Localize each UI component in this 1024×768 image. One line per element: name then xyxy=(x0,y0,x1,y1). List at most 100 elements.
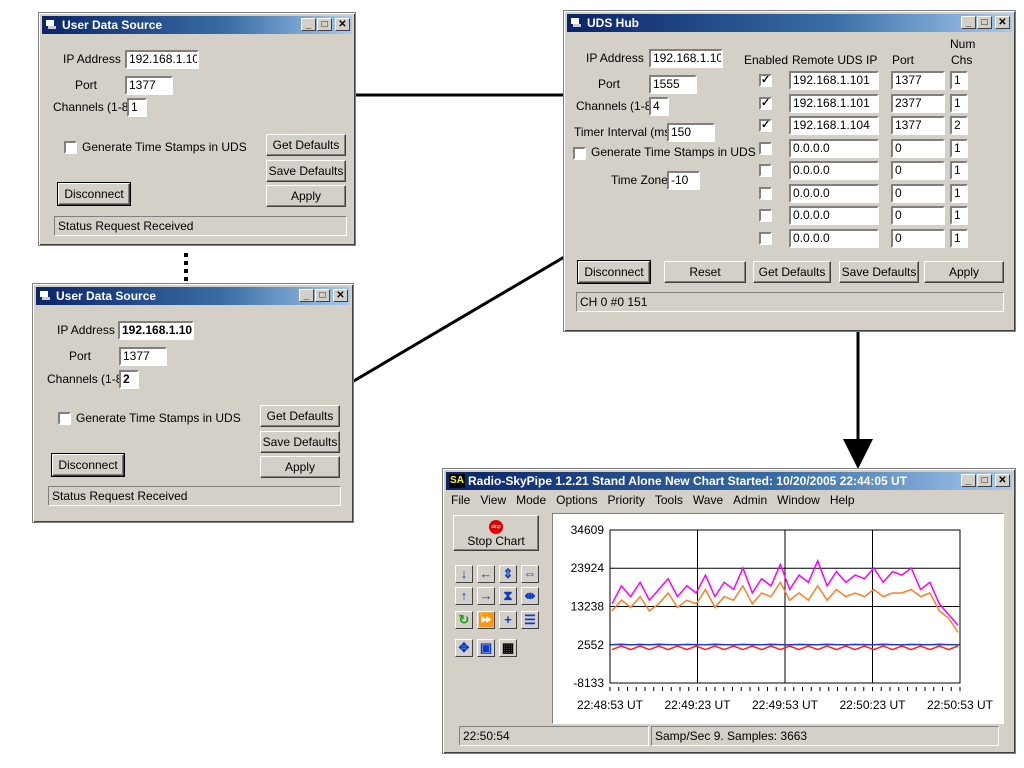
row-enabled-checkbox[interactable] xyxy=(759,142,772,155)
ip-address-field[interactable]: 192.168.1.101 xyxy=(649,49,723,68)
row-num-chs-field[interactable]: 1 xyxy=(950,229,968,248)
row-remote-ip-field[interactable]: 0.0.0.0 xyxy=(789,139,879,158)
timezone-field[interactable]: -10 xyxy=(667,171,700,190)
expand-horizontal-icon[interactable]: ⇔ xyxy=(521,565,539,583)
row-remote-ip-field[interactable]: 0.0.0.0 xyxy=(789,184,879,203)
close-icon[interactable]: ✕ xyxy=(995,16,1010,29)
close-icon[interactable]: ✕ xyxy=(333,289,348,302)
menu-priority[interactable]: Priority xyxy=(604,491,651,509)
row-remote-ip-field[interactable]: 192.168.1.101 xyxy=(789,94,879,113)
ip-address-field[interactable]: 192.168.1.101 xyxy=(125,50,199,69)
row-enabled-checkbox[interactable] xyxy=(759,209,772,222)
move-icon[interactable]: ✥ xyxy=(455,639,473,657)
row-enabled-checkbox[interactable] xyxy=(759,187,772,200)
row-remote-ip-field[interactable]: 0.0.0.0 xyxy=(789,206,879,225)
timestamps-checkbox[interactable] xyxy=(58,412,71,425)
menu-admin[interactable]: Admin xyxy=(729,491,773,509)
menu-options[interactable]: Options xyxy=(552,491,603,509)
scroll-down-icon[interactable]: ↓ xyxy=(455,565,473,583)
row-remote-ip-field[interactable]: 0.0.0.0 xyxy=(789,161,879,180)
row-port-field[interactable]: 2377 xyxy=(891,94,945,113)
row-num-chs-field[interactable]: 1 xyxy=(950,161,968,180)
row-port-field[interactable]: 0 xyxy=(891,206,945,225)
row-port-field[interactable]: 0 xyxy=(891,229,945,248)
row-port-field[interactable]: 0 xyxy=(891,139,945,158)
menu-wave[interactable]: Wave xyxy=(689,491,729,509)
get-defaults-button[interactable]: Get Defaults xyxy=(260,405,340,427)
disconnect-button[interactable]: Disconnect xyxy=(577,260,651,284)
save-defaults-button[interactable]: Save Defaults xyxy=(260,431,340,453)
port-field[interactable]: 1555 xyxy=(649,75,697,94)
fast-forward-icon[interactable]: ⏩ xyxy=(477,611,495,629)
row-num-chs-field[interactable]: 1 xyxy=(950,94,968,113)
row-port-field[interactable]: 0 xyxy=(891,184,945,203)
frame-icon[interactable]: ▣ xyxy=(477,639,495,657)
close-icon[interactable]: ✕ xyxy=(995,474,1010,487)
expand-vertical-icon[interactable]: ⇕ xyxy=(499,565,517,583)
menu-file[interactable]: File xyxy=(447,491,476,509)
reset-button[interactable]: Reset xyxy=(664,261,746,283)
get-defaults-button[interactable]: Get Defaults xyxy=(266,134,346,156)
channels-field[interactable]: 1 xyxy=(127,98,147,117)
skypipe-titlebar[interactable]: SA Radio-SkyPipe 1.2.21 Stand Alone New … xyxy=(446,472,1012,490)
row-num-chs-field[interactable]: 2 xyxy=(950,116,968,135)
minimize-icon[interactable]: _ xyxy=(299,289,314,302)
channels-field[interactable]: 4 xyxy=(649,97,669,116)
row-enabled-checkbox[interactable] xyxy=(759,164,772,177)
crosshair-icon[interactable]: + xyxy=(499,611,517,629)
compress-vertical-icon[interactable]: ⧗ xyxy=(499,587,517,605)
apply-button[interactable]: Apply xyxy=(260,456,340,478)
stop-chart-button[interactable]: stop Stop Chart xyxy=(453,515,539,551)
menu-mode[interactable]: Mode xyxy=(512,491,552,509)
row-remote-ip-field[interactable]: 0.0.0.0 xyxy=(789,229,879,248)
menu-window[interactable]: Window xyxy=(773,491,826,509)
compress-horizontal-icon[interactable]: ⇼ xyxy=(521,587,539,605)
disconnect-button[interactable]: Disconnect xyxy=(51,453,125,477)
minimize-icon[interactable]: _ xyxy=(961,474,976,487)
uds-hub-titlebar[interactable]: UDS Hub _ □ ✕ xyxy=(567,14,1012,32)
timestamps-checkbox[interactable] xyxy=(573,147,586,160)
row-enabled-checkbox[interactable]: ✓ xyxy=(759,74,772,87)
uds-window-2-titlebar[interactable]: User Data Source _ □ ✕ xyxy=(36,287,350,305)
save-defaults-button[interactable]: Save Defaults xyxy=(266,160,346,182)
scroll-left-icon[interactable]: ← xyxy=(477,565,495,583)
maximize-icon[interactable]: □ xyxy=(977,16,992,29)
row-port-field[interactable]: 0 xyxy=(891,161,945,180)
close-icon[interactable]: ✕ xyxy=(335,18,350,31)
maximize-icon[interactable]: □ xyxy=(315,289,330,302)
row-port-field[interactable]: 1377 xyxy=(891,71,945,90)
list-icon[interactable]: ☰ xyxy=(521,611,539,629)
apply-button[interactable]: Apply xyxy=(266,185,346,207)
refresh-icon[interactable]: ↻ xyxy=(455,611,473,629)
row-enabled-checkbox[interactable]: ✓ xyxy=(759,119,772,132)
row-port-field[interactable]: 1377 xyxy=(891,116,945,135)
timer-interval-field[interactable]: 150 xyxy=(667,123,715,142)
timestamps-checkbox[interactable] xyxy=(64,141,77,154)
grid-icon[interactable]: ▦ xyxy=(499,639,517,657)
channels-field[interactable]: 2 xyxy=(119,370,139,389)
row-num-chs-field[interactable]: 1 xyxy=(950,71,968,90)
scroll-up-icon[interactable]: ↑ xyxy=(455,587,473,605)
apply-button[interactable]: Apply xyxy=(924,261,1004,283)
uds-window-1-titlebar[interactable]: User Data Source _ □ ✕ xyxy=(42,16,352,34)
save-defaults-button[interactable]: Save Defaults xyxy=(839,261,919,283)
row-num-chs-field[interactable]: 1 xyxy=(950,184,968,203)
row-remote-ip-field[interactable]: 192.168.1.101 xyxy=(789,71,879,90)
menu-help[interactable]: Help xyxy=(826,491,861,509)
disconnect-button[interactable]: Disconnect xyxy=(57,182,131,206)
menu-tools[interactable]: Tools xyxy=(651,491,689,509)
minimize-icon[interactable]: _ xyxy=(961,16,976,29)
row-num-chs-field[interactable]: 1 xyxy=(950,206,968,225)
menu-view[interactable]: View xyxy=(476,491,512,509)
port-field[interactable]: 1377 xyxy=(119,347,167,366)
get-defaults-button[interactable]: Get Defaults xyxy=(753,261,831,283)
row-num-chs-field[interactable]: 1 xyxy=(950,139,968,158)
maximize-icon[interactable]: □ xyxy=(317,18,332,31)
scroll-right-icon[interactable]: → xyxy=(477,587,495,605)
port-field[interactable]: 1377 xyxy=(125,76,173,95)
row-enabled-checkbox[interactable]: ✓ xyxy=(759,97,772,110)
maximize-icon[interactable]: □ xyxy=(977,474,992,487)
row-enabled-checkbox[interactable] xyxy=(759,232,772,245)
minimize-icon[interactable]: _ xyxy=(301,18,316,31)
row-remote-ip-field[interactable]: 192.168.1.104 xyxy=(789,116,879,135)
